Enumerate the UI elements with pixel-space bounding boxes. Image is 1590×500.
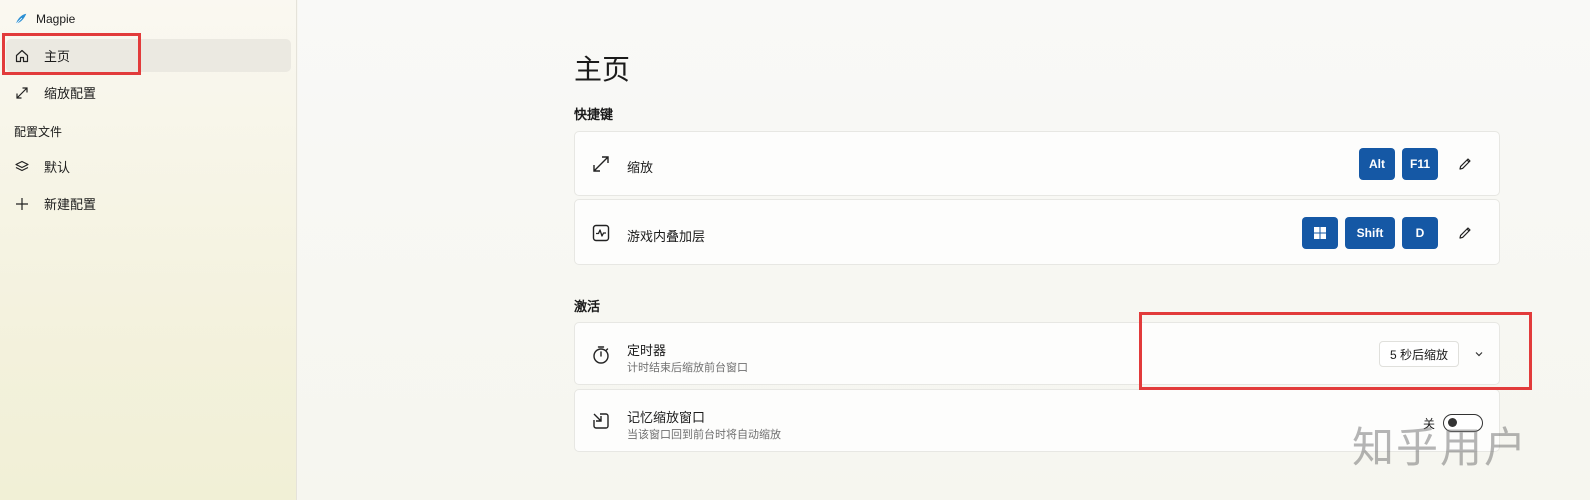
section-title-activation: 激活 [574, 299, 601, 314]
page-title: 主页 [574, 54, 631, 85]
shortcut-keys: Shift D [1302, 217, 1479, 249]
magpie-logo-icon [15, 13, 27, 25]
sidebar-item-home[interactable]: 主页 [6, 39, 291, 72]
sidebar-item-scale-config[interactable]: 缩放配置 [6, 76, 291, 109]
shortcut-label: 游戏内叠加层 [627, 229, 706, 244]
setting-card-timer: 定时器 计时结束后缩放前台窗口 5 秒后缩放 [574, 322, 1500, 385]
section-title-shortcuts: 快捷键 [574, 107, 614, 122]
sidebar-item-new-profile[interactable]: 新建配置 [6, 187, 291, 220]
chevron-down-icon[interactable] [1473, 348, 1485, 360]
shortcut-label: 缩放 [627, 160, 654, 175]
sidebar-item-default-profile[interactable]: 默认 [6, 150, 291, 183]
shortcut-card-scale: 缩放 Alt F11 [574, 131, 1500, 196]
app-title: Magpie [36, 12, 76, 26]
sidebar-item-label: 主页 [44, 49, 71, 64]
windows-logo-icon [1314, 227, 1326, 239]
app-title-bar: Magpie [14, 10, 75, 28]
setting-title: 定时器 [627, 343, 667, 358]
setting-title: 记忆缩放窗口 [627, 410, 706, 425]
shortcut-card-overlay: 游戏内叠加层 Shift D [574, 199, 1500, 265]
resize-icon [16, 87, 28, 99]
setting-subtitle: 计时结束后缩放前台窗口 [627, 362, 748, 374]
key-windows [1302, 217, 1338, 249]
key-alt: Alt [1358, 148, 1395, 180]
key-d: D [1402, 217, 1438, 249]
pencil-icon [1459, 158, 1471, 170]
key-f11: F11 [1401, 148, 1438, 180]
timer-icon [593, 346, 609, 364]
watermark: 知乎用户 [1351, 423, 1528, 472]
edit-shortcut-button[interactable] [1451, 219, 1479, 247]
setting-subtitle: 当该窗口回到前台时将自动缩放 [627, 429, 781, 441]
activity-icon [592, 224, 610, 242]
resize-icon [593, 156, 609, 172]
layers-icon [15, 160, 29, 172]
sidebar-item-label: 缩放配置 [44, 86, 97, 101]
plus-icon [16, 198, 28, 210]
pencil-icon [1459, 227, 1471, 239]
edit-shortcut-button[interactable] [1451, 150, 1479, 178]
sidebar: Magpie 主页 缩放配置 配置文件 默认 新建配置 [0, 0, 297, 500]
timer-dropdown[interactable]: 5 秒后缩放 [1378, 341, 1459, 367]
shortcut-keys: Alt F11 [1358, 148, 1479, 180]
home-icon [15, 49, 29, 63]
key-shift: Shift [1345, 217, 1395, 249]
shrink-window-icon [593, 413, 609, 429]
sidebar-section-profiles: 配置文件 [14, 125, 63, 139]
sidebar-item-label: 新建配置 [44, 197, 97, 212]
sidebar-item-label: 默认 [44, 160, 71, 175]
